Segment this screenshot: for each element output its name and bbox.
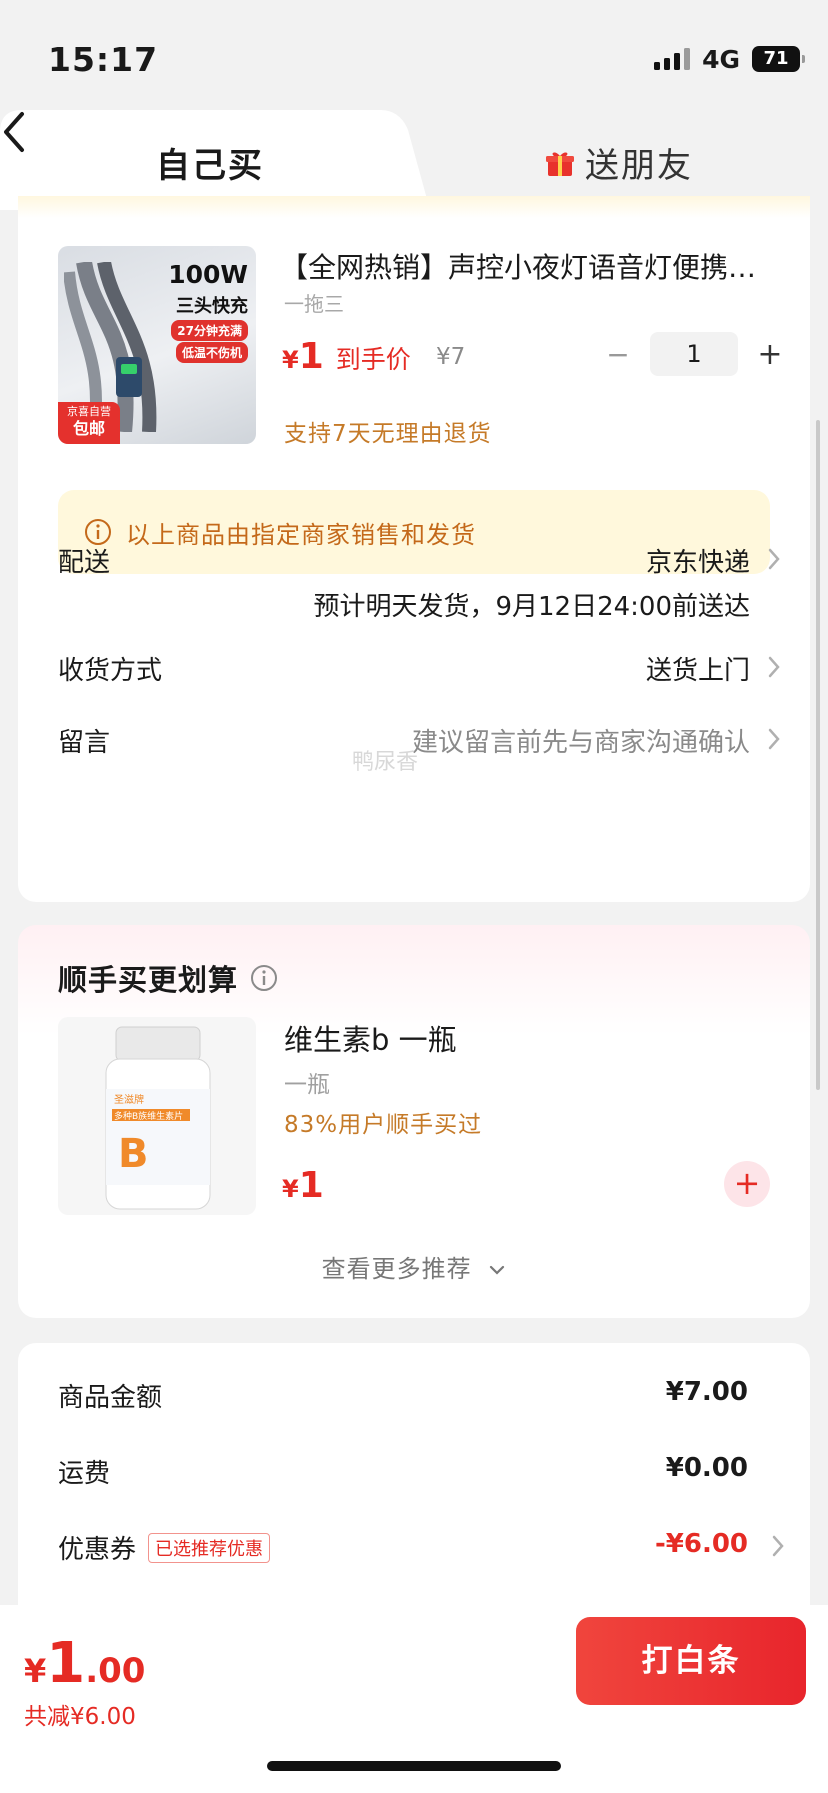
badge-top-text: 京喜自营 [67,405,111,418]
goods-amount-value: ¥7.00 [665,1377,748,1407]
watermark-text: 鸭尿香 [352,750,419,775]
recommended-product-stat: 83%用户顺手买过 [284,1112,483,1138]
product-image[interactable]: 100W 三头快充 27分钟充满 低温不伤机 京喜自营 包邮 [58,246,256,444]
total-price: ¥ 1 .00 [24,1631,145,1696]
status-bar: 15:17 4G 71 [0,0,828,112]
image-power-text: 100W [168,260,248,289]
see-more-label: 查看更多推荐 [321,1255,472,1283]
info-icon[interactable] [250,964,278,992]
back-arrow-icon[interactable] [0,110,30,154]
coupon-tag: 已选推荐优惠 [148,1532,271,1563]
price-value: 1 [298,1165,324,1206]
add-recommended-button[interactable]: + [724,1161,770,1207]
price-summary-card: 商品金额 ¥7.00 运费 ¥0.00 优惠券 已选推荐优惠 -¥6.00 [18,1343,810,1623]
battery-icon: 71 [752,46,805,72]
scrollbar[interactable] [816,420,820,1090]
tab-gift-friend[interactable]: 送朋友 [545,138,693,187]
total-decimal: .00 [85,1651,146,1691]
recommended-product-spec: 一瓶 [284,1072,330,1098]
coupon-value: -¥6.00 [654,1529,748,1559]
message-label: 留言 [58,728,111,758]
image-tag-2: 低温不伤机 [175,342,248,363]
goods-amount-label: 商品金额 [58,1383,163,1413]
badge-bottom-text: 包邮 [72,419,105,438]
quantity-minus-button[interactable]: − [600,338,636,371]
card-top-strip [18,196,810,218]
receive-method-label: 收货方式 [58,656,163,686]
checkout-bar: ¥ 1 .00 共减¥6.00 打白条 [0,1605,828,1793]
vitamin-bottle-illustration: 圣滋牌 多种B族维生素片 B [105,1026,211,1210]
recommendation-title-text: 顺手买更划算 [58,963,239,997]
price-symbol: ¥ [282,346,299,374]
total-symbol: ¥ [24,1652,47,1690]
purchase-mode-tabs: 自己买 送朋友 [0,110,828,210]
bottle-brand-text: 圣滋牌 [114,1093,144,1106]
status-time: 15:17 [48,40,159,79]
total-integer: 1 [46,1631,86,1696]
quantity-input[interactable]: 1 [650,332,738,376]
original-price: ¥7 [436,344,466,370]
quantity-plus-button[interactable]: + [752,337,788,372]
coupon-label: 优惠券 [58,1535,137,1565]
recommended-product-image[interactable]: 圣滋牌 多种B族维生素片 B [58,1017,256,1215]
product-title[interactable]: 【全网热销】声控小夜灯语音灯便携… [280,246,790,286]
delivery-estimate: 预计明天发货，9月12日24:00前送达 [313,592,750,622]
price-label: 到手价 [335,345,411,374]
chevron-right-icon[interactable] [770,1533,786,1559]
chevron-down-icon [490,1265,505,1275]
bottle-letter-text: B [118,1131,149,1177]
product-price: ¥ 1 到手价 [282,336,411,377]
image-feature-text: 三头快充 [176,296,248,317]
bottle-name-text: 多种B族维生素片 [114,1110,183,1122]
tab-self-buy-label: 自己买 [156,146,264,186]
recommended-product-name[interactable]: 维生素b 一瓶 [284,1017,457,1059]
image-tag-1: 27分钟充满 [171,320,248,341]
free-shipping-badge: 京喜自营 包邮 [58,402,120,444]
see-more-recommendations[interactable]: 查看更多推荐 [18,1249,810,1284]
order-product-card: 100W 三头快充 27分钟充满 低温不伤机 京喜自营 包邮 【全网热销】声控小… [18,196,810,902]
product-spec: 一拖三 [284,292,344,316]
gift-icon [546,152,574,176]
signal-icon [654,48,691,70]
coupon-label-group: 优惠券 已选推荐优惠 [58,1529,271,1566]
network-label: 4G [702,44,740,74]
recommendation-card: 顺手买更划算 圣滋牌 多种B族维生素片 B 维生素b 一瓶 一瓶 83%用户顺手… [18,925,810,1318]
recommendation-title: 顺手买更划算 [58,957,278,999]
pay-button[interactable]: 打白条 [576,1617,806,1705]
recommended-product-price: ¥ 1 [282,1165,324,1206]
seller-notice-text: 以上商品由指定商家销售和发货 [126,520,476,549]
receive-method-value: 送货上门 [645,656,750,686]
tab-gift-friend-label: 送朋友 [585,146,693,186]
delivery-label: 配送 [58,548,111,578]
shipping-fee-label: 运费 [58,1459,111,1489]
chevron-right-icon [768,548,780,570]
shipping-fee-value: ¥0.00 [665,1453,748,1483]
total-saved: 共减¥6.00 [24,1704,136,1730]
quantity-stepper: − 1 + [600,332,788,376]
return-policy: 支持7天无理由退货 [284,421,492,447]
message-input[interactable]: 建议留言前先与商家沟通确认 [412,722,750,759]
chevron-right-icon [768,656,780,678]
status-icons: 4G 71 [654,44,805,74]
price-symbol: ¥ [282,1175,299,1203]
delivery-value: 京东快递 [645,548,750,578]
price-value: 1 [298,336,324,377]
tab-self-buy[interactable]: 自己买 [0,110,430,210]
chevron-right-icon [768,728,780,750]
home-indicator[interactable] [267,1761,561,1771]
